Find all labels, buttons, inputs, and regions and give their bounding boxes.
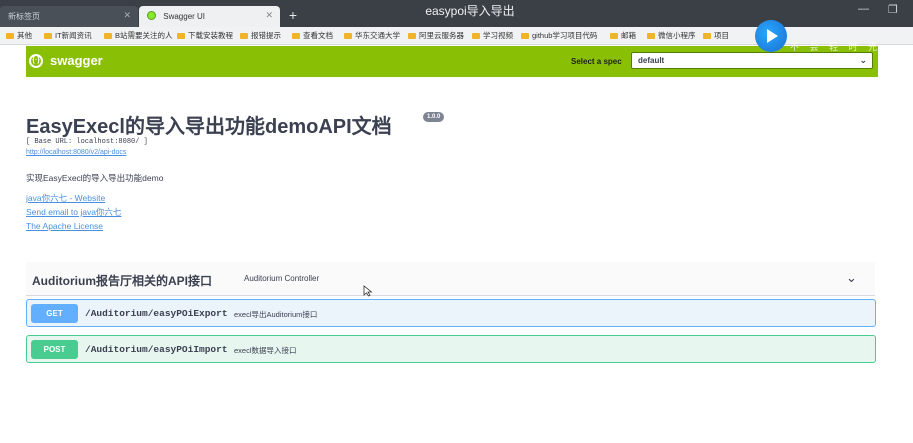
chevron-down-icon: ⌄ [859,55,867,65]
chevron-down-icon[interactable]: ⌄ [846,270,857,286]
tab-label: Swagger UI [163,12,206,21]
base-url: [ Base URL: localhost:8080/ ] [26,138,148,146]
bookmark-item[interactable]: IT新闻资讯 [44,30,92,41]
bookmark-item[interactable]: 邮箱 [610,30,636,41]
website-link[interactable]: java你六七 - Website [26,192,105,204]
api-description: 实现EasyExecl的导入导出功能demo [26,173,164,183]
folder-icon [292,33,300,39]
spec-select-value: default [638,56,665,65]
bookmark-item[interactable]: 项目 [703,30,729,41]
swagger-brand: swagger [50,53,103,68]
tab-label: 新标签页 [8,12,40,21]
restore-window-icon[interactable]: ❐ [888,3,898,16]
operation-post-import[interactable]: POST /Auditorium/easyPOiImport execl数据导入… [26,335,876,363]
version-badge: 1.0.0 [423,112,445,122]
bookmark-item[interactable]: 其他 [6,30,32,41]
bookmark-item[interactable]: 查看文档 [292,30,333,41]
operation-path: /Auditorium/easyPOiExport [85,308,228,319]
folder-icon [177,33,185,39]
tab-new-tab[interactable]: 新标签页 ✕ [0,6,138,27]
folder-icon [344,33,352,39]
folder-icon [610,33,618,39]
license-link[interactable]: The Apache License [26,221,103,231]
controller-name: Auditorium报告厅相关的API接口 [32,274,212,288]
email-link[interactable]: Send email to java你六七 [26,206,121,218]
new-tab-plus-icon[interactable]: + [284,7,302,25]
method-badge-post: POST [31,340,78,359]
video-watermark-logo-icon [755,20,787,52]
video-watermark-text: 不 会 轻 时 光 [790,42,882,52]
tab-swagger-ui[interactable]: Swagger UI ✕ [139,6,280,27]
window-title: easypoi导入导出 [425,4,515,18]
operation-get-export[interactable]: GET /Auditorium/easyPOiExport execl导出Aud… [26,299,876,327]
bookmark-item[interactable]: 报错提示 [240,30,281,41]
operation-summary: execl导出Auditorium接口 [234,310,318,319]
swagger-favicon-icon [147,11,156,20]
controller-header[interactable]: Auditorium报告厅相关的API接口 Auditorium Control… [26,262,875,296]
tab-close-icon[interactable]: ✕ [265,10,273,21]
api-docs-link[interactable]: http://localhost:8080/v2/api-docs [26,149,126,156]
folder-icon [521,33,529,39]
folder-icon [6,33,14,39]
minimize-icon[interactable]: — [858,3,869,15]
bookmark-item[interactable]: 下载安装教程 [177,30,233,41]
bookmark-item[interactable]: 学习视频 [472,30,513,41]
controller-subtitle: Auditorium Controller [244,274,320,283]
tab-close-icon[interactable]: ✕ [123,10,131,21]
folder-icon [240,33,248,39]
swagger-topbar: {·} swagger Select a spec default ⌄ [26,46,878,77]
bookmark-item[interactable]: 阿里云服务器 [408,30,464,41]
screen: 新标签页 ✕ Swagger UI ✕ + easypoi导入导出 — ❐ 其他… [0,0,913,443]
method-badge-get: GET [31,304,78,323]
bookmark-item[interactable]: 微信小程序 [647,30,696,41]
select-spec-label: Select a spec [571,57,622,66]
folder-icon [408,33,416,39]
folder-icon [647,33,655,39]
bookmark-item[interactable]: github学习项目代码 [521,30,597,41]
bookmark-item[interactable]: B站需要关注的人 [104,30,173,41]
operation-summary: execl数据导入接口 [234,346,297,355]
folder-icon [44,33,52,39]
api-title: EasyExecl的导入导出功能demoAPI文档 [26,116,392,138]
folder-icon [472,33,480,39]
operation-path: /Auditorium/easyPOiImport [85,344,228,355]
swagger-logo-icon: {·} [29,54,43,68]
bookmark-item[interactable]: 华东交通大学 [344,30,400,41]
folder-icon [703,33,711,39]
spec-select[interactable]: default ⌄ [631,52,873,69]
folder-icon [104,33,112,39]
